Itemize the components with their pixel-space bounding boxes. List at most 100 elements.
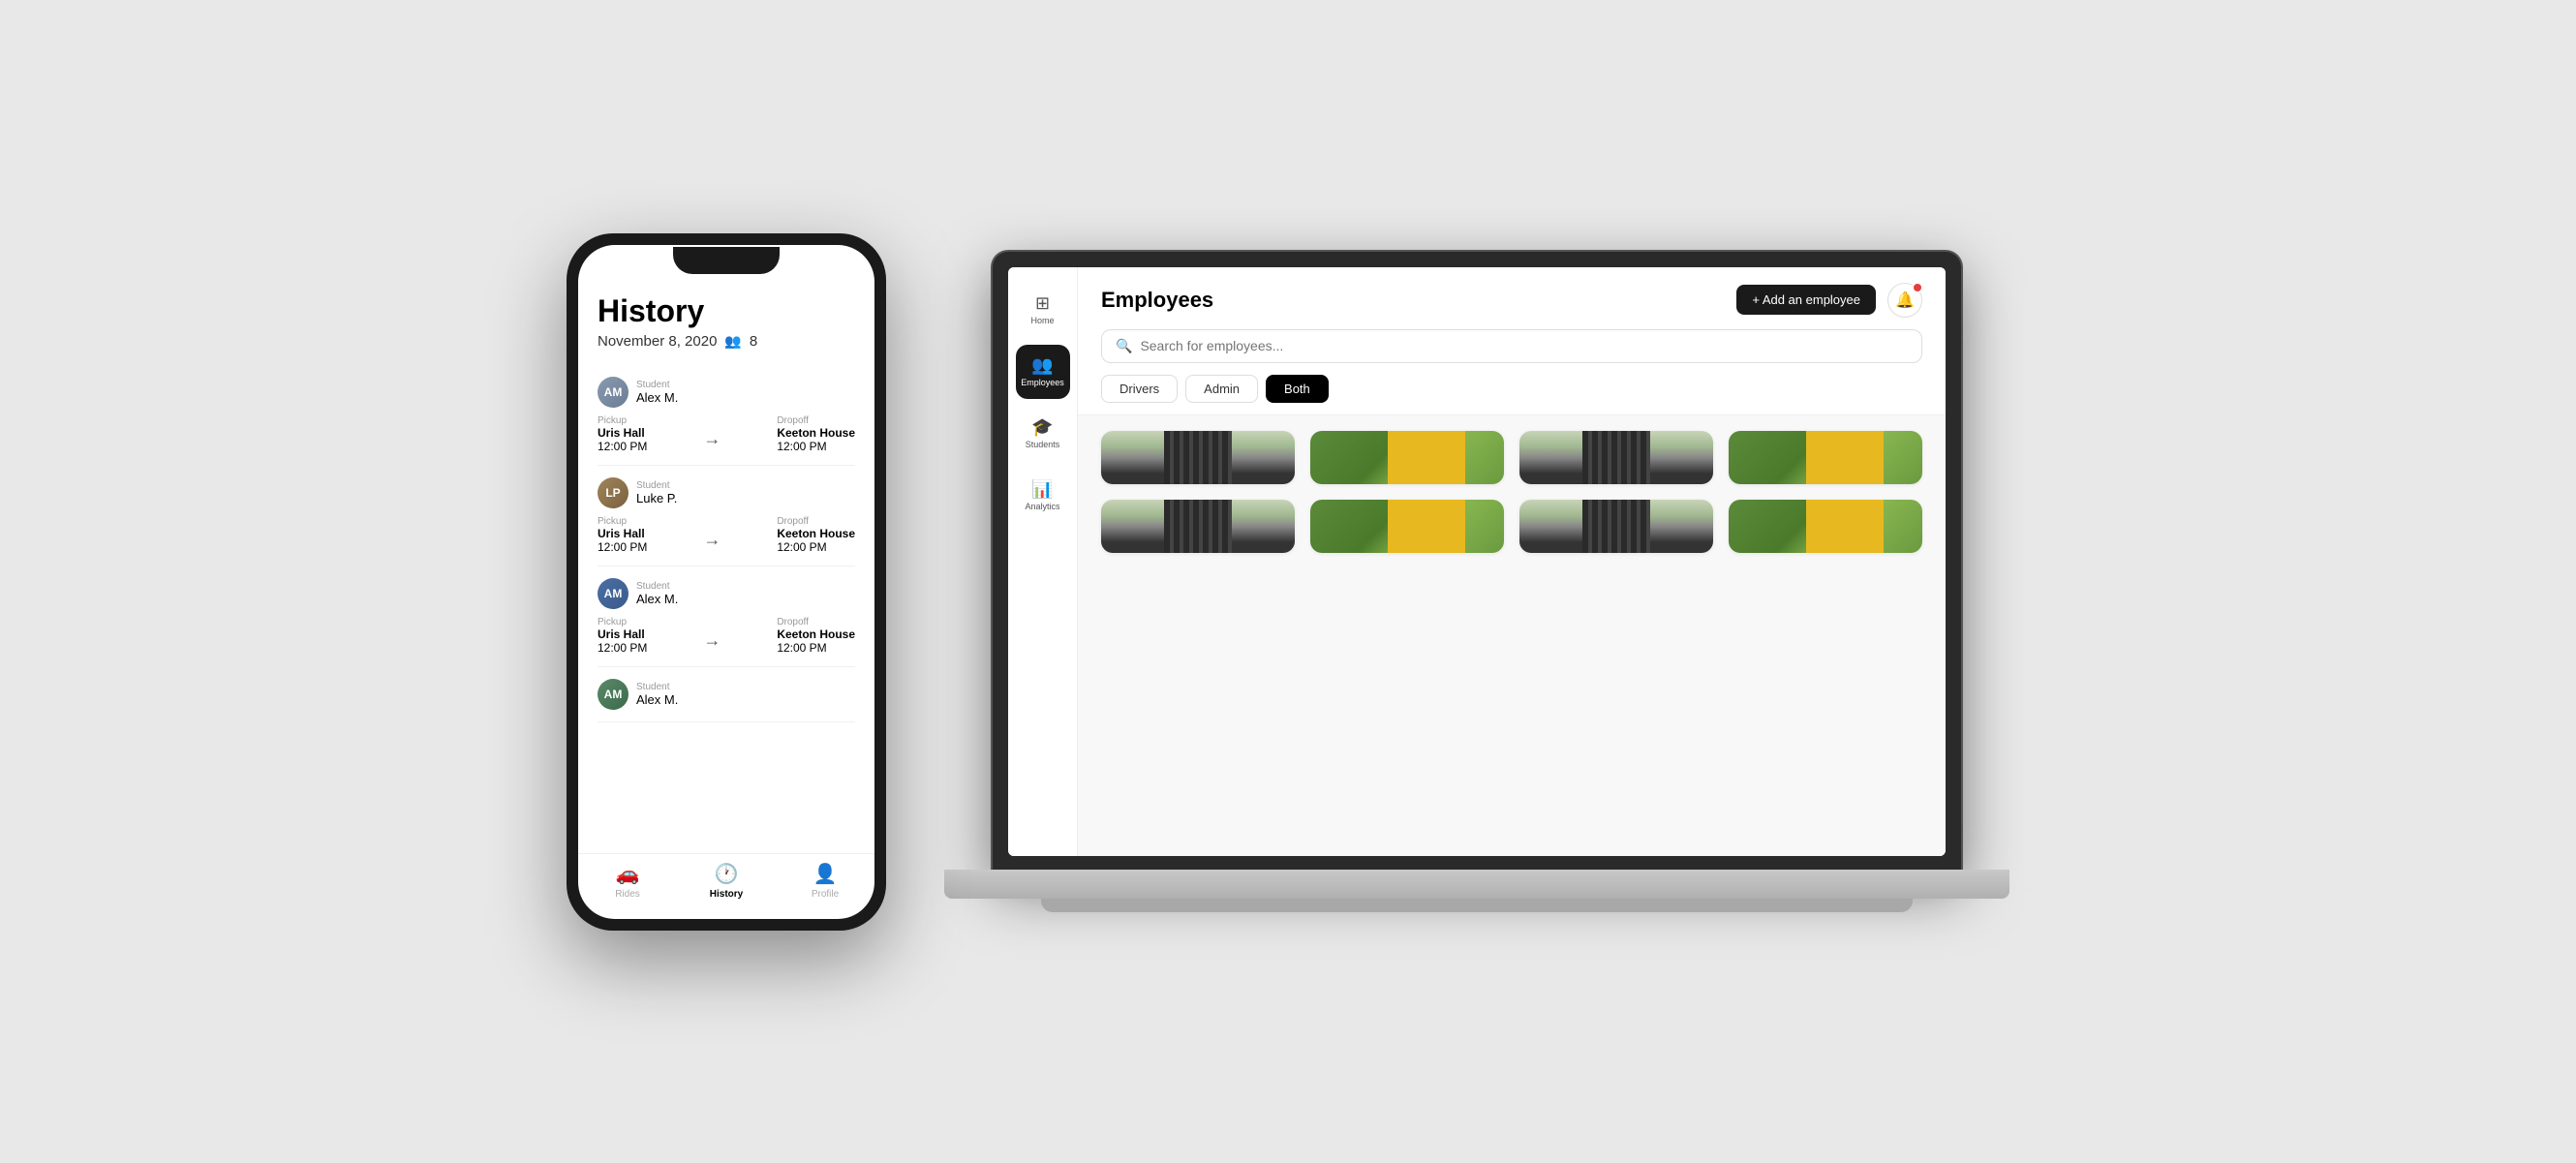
student-info: Student Luke P. xyxy=(636,480,677,505)
nav-rides[interactable]: 🚗 Rides xyxy=(578,862,677,900)
ride-item[interactable]: AM Student Alex M. Pickup Uris Hall 12:0… xyxy=(598,365,855,466)
dropoff-label: Dropoff xyxy=(777,617,855,627)
ride-route: Pickup Uris Hall 12:00 PM → Dropoff Keet… xyxy=(598,415,855,453)
filter-drivers[interactable]: Drivers xyxy=(1101,375,1178,403)
employee-card[interactable]: Martha Stuart mp253 👤 Admin xyxy=(1729,431,1922,484)
sidebar-item-students[interactable]: 🎓 Students xyxy=(1016,407,1070,461)
dropoff-name: Keeton House xyxy=(777,426,855,440)
ride-item[interactable]: AM Student Alex M. xyxy=(598,667,855,722)
avatar: LP xyxy=(598,477,629,508)
pickup-location: Pickup Uris Hall 12:00 PM xyxy=(598,617,647,655)
beard xyxy=(1185,431,1211,437)
sidebar-item-home[interactable]: ⊞ Home xyxy=(1016,283,1070,337)
student-label: Student xyxy=(636,480,677,491)
ride-item[interactable]: AM Student Alex M. Pickup Uris Hall 12:0… xyxy=(598,566,855,667)
ride-list: AM Student Alex M. Pickup Uris Hall 12:0… xyxy=(598,365,855,722)
employee-photo xyxy=(1101,500,1295,553)
employee-photo xyxy=(1729,431,1922,484)
route-arrow: → xyxy=(651,617,773,651)
phone-device: History November 8, 2020 👥 8 AM Student … xyxy=(567,233,886,931)
avatar: AM xyxy=(598,578,629,609)
people-icon: 👥 xyxy=(724,333,741,350)
pickup-time: 12:00 PM xyxy=(598,440,647,453)
filter-both[interactable]: Both xyxy=(1266,375,1329,403)
sidebar: ⊞ Home 👥 Employees 🎓 Students 📊 Analytic… xyxy=(1008,267,1078,856)
student-row: AM Student Alex M. xyxy=(598,377,855,408)
bell-icon: 🔔 xyxy=(1895,291,1915,310)
sidebar-label-students: Students xyxy=(1026,441,1060,450)
employee-card[interactable]: James Louis jl253 ⊙ Driver xyxy=(1519,431,1713,484)
employee-photo xyxy=(1519,431,1713,484)
student-row: LP Student Luke P. xyxy=(598,477,855,508)
sidebar-item-employees[interactable]: 👥 Employees xyxy=(1016,345,1070,399)
history-label: History xyxy=(710,889,743,900)
student-label: Student xyxy=(636,380,678,390)
screen-title: History xyxy=(598,293,855,329)
beard xyxy=(1604,431,1629,437)
dropoff-label: Dropoff xyxy=(777,415,855,426)
sidebar-item-analytics[interactable]: 📊 Analytics xyxy=(1016,469,1070,523)
dropoff-time: 12:00 PM xyxy=(777,540,855,554)
employee-card[interactable]: James Louis jl253 ⊙ Driver xyxy=(1101,500,1295,553)
ride-route: Pickup Uris Hall 12:00 PM → Dropoff Keet… xyxy=(598,516,855,554)
phone-notch xyxy=(673,247,780,274)
route-arrow: → xyxy=(651,516,773,550)
dropoff-location: Dropoff Keeton House 12:00 PM xyxy=(777,617,855,655)
student-name: Alex M. xyxy=(636,390,678,405)
student-name: Luke P. xyxy=(636,491,677,505)
dropoff-name: Keeton House xyxy=(777,627,855,641)
route-arrow: → xyxy=(651,415,773,449)
home-icon: ⊞ xyxy=(1035,293,1050,314)
employee-card[interactable]: Martha Stuart mp253 👤 Admin xyxy=(1310,500,1504,553)
students-icon: 🎓 xyxy=(1031,417,1053,438)
people-count: 8 xyxy=(750,333,757,350)
dropoff-time: 12:00 PM xyxy=(777,440,855,453)
nav-history[interactable]: 🕐 History xyxy=(677,862,776,900)
notification-badge xyxy=(1912,282,1923,293)
employee-card[interactable]: Martha Stuart mp253 👤 Admin xyxy=(1310,431,1504,484)
rides-icon: 🚗 xyxy=(616,862,640,886)
ride-item[interactable]: LP Student Luke P. Pickup Uris Hall 12:0… xyxy=(598,466,855,566)
page-title: Employees xyxy=(1101,288,1213,313)
employee-photo xyxy=(1310,500,1504,553)
beard xyxy=(1604,500,1629,505)
header-actions: + Add an employee 🔔 xyxy=(1736,283,1922,318)
search-bar[interactable]: 🔍 xyxy=(1101,329,1922,363)
filter-row: Drivers Admin Both xyxy=(1101,375,1922,414)
phone-bottom-nav: 🚗 Rides 🕐 History 👤 Profile xyxy=(578,853,874,919)
notifications-button[interactable]: 🔔 xyxy=(1887,283,1922,318)
laptop-screen: ⊞ Home 👥 Employees 🎓 Students 📊 Analytic… xyxy=(1008,267,1946,856)
sidebar-label-analytics: Analytics xyxy=(1025,503,1059,512)
profile-icon: 👤 xyxy=(813,862,838,886)
employees-icon: 👥 xyxy=(1031,355,1053,376)
employee-card[interactable]: James Louis jl253 ⊙ Driver xyxy=(1519,500,1713,553)
student-name: Alex M. xyxy=(636,692,678,707)
employee-photo xyxy=(1729,500,1922,553)
pickup-label: Pickup xyxy=(598,516,647,527)
phone-screen: History November 8, 2020 👥 8 AM Student … xyxy=(578,245,874,919)
nav-profile[interactable]: 👤 Profile xyxy=(776,862,874,900)
pickup-label: Pickup xyxy=(598,617,647,627)
employee-card[interactable]: Martha Stuart mp253 👤 Admin xyxy=(1729,500,1922,553)
employee-photo xyxy=(1101,431,1295,484)
date-row: November 8, 2020 👥 8 xyxy=(598,333,855,350)
add-employee-button[interactable]: + Add an employee xyxy=(1736,285,1876,315)
dropoff-location: Dropoff Keeton House 12:00 PM xyxy=(777,516,855,554)
employee-photo xyxy=(1310,431,1504,484)
employee-grid: James Louis jl253 ⊙ Driver xyxy=(1078,415,1946,856)
pickup-name: Uris Hall xyxy=(598,627,647,641)
student-label: Student xyxy=(636,682,678,692)
search-input[interactable] xyxy=(1140,338,1908,353)
main-header: Employees + Add an employee 🔔 🔍 xyxy=(1078,267,1946,415)
student-name: Alex M. xyxy=(636,592,678,606)
student-row: AM Student Alex M. xyxy=(598,578,855,609)
rides-label: Rides xyxy=(615,889,640,900)
dropoff-name: Keeton House xyxy=(777,527,855,540)
filter-admin[interactable]: Admin xyxy=(1185,375,1258,403)
dropoff-location: Dropoff Keeton House 12:00 PM xyxy=(777,415,855,453)
laptop-outer: ⊞ Home 👥 Employees 🎓 Students 📊 Analytic… xyxy=(993,252,1961,872)
employee-card[interactable]: James Louis jl253 ⊙ Driver xyxy=(1101,431,1295,484)
sidebar-label-employees: Employees xyxy=(1021,379,1064,388)
history-icon: 🕐 xyxy=(715,862,739,886)
laptop-foot xyxy=(1041,899,1913,912)
